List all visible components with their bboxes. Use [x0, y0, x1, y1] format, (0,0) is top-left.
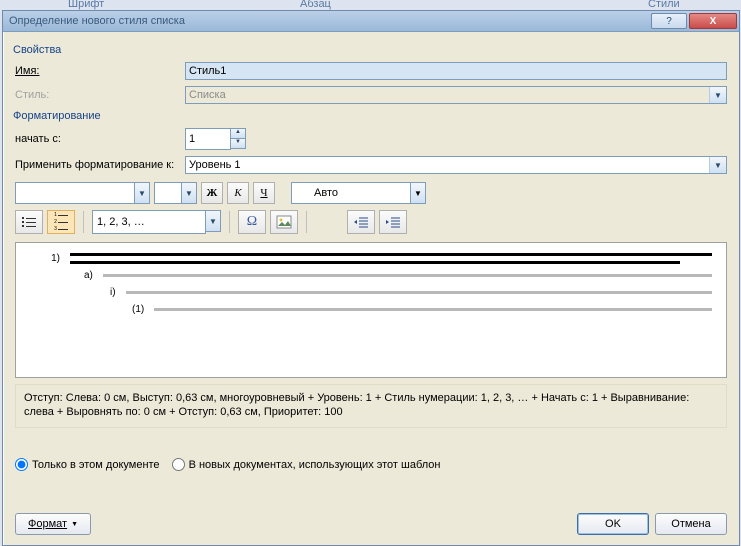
- preview-level4-num: (1): [132, 304, 144, 315]
- chevron-down-icon[interactable]: ▼: [206, 210, 221, 232]
- formatting-caption: Форматирование: [13, 110, 727, 122]
- number-format-select[interactable]: ▼: [92, 210, 221, 234]
- italic-button[interactable]: К: [227, 182, 249, 204]
- ribbon-styles-label: Стили: [648, 0, 680, 10]
- style-type-label: Стиль:: [15, 89, 185, 101]
- preview-level1-num: 1): [40, 253, 60, 264]
- help-button[interactable]: ?: [651, 13, 687, 29]
- bullets-icon: [22, 217, 36, 227]
- ok-button[interactable]: OK: [577, 513, 649, 535]
- insert-symbol-button[interactable]: Ω: [238, 210, 266, 234]
- start-at-label: начать с:: [15, 133, 185, 145]
- separator: [229, 211, 230, 233]
- spin-down-icon[interactable]: ▼: [231, 138, 246, 149]
- define-list-style-dialog: Определение нового стиля списка ? X Свой…: [2, 10, 740, 546]
- radio-new-documents[interactable]: В новых документах, использующих этот ша…: [172, 458, 441, 471]
- font-color-label: Авто: [314, 187, 338, 199]
- chevron-down-icon[interactable]: ▼: [182, 182, 197, 204]
- dialog-title: Определение нового стиля списка: [9, 15, 649, 27]
- font-family-select[interactable]: ▼: [15, 182, 150, 204]
- radio-this-label: Только в этом документе: [32, 459, 160, 471]
- name-label: Имя:: [15, 65, 185, 77]
- chevron-down-icon[interactable]: ▼: [135, 182, 150, 204]
- indent-icon: [385, 214, 401, 230]
- chevron-down-icon: ▼: [71, 521, 78, 528]
- apply-to-label: Применить форматирование к:: [15, 159, 185, 171]
- insert-picture-button[interactable]: [270, 210, 298, 234]
- font-size-select[interactable]: ▼: [154, 182, 197, 204]
- outdent-icon: [353, 214, 369, 230]
- decrease-indent-button[interactable]: [347, 210, 375, 234]
- apply-to-select[interactable]: [185, 156, 727, 174]
- format-menu-button[interactable]: Формат▼: [15, 513, 91, 535]
- separator: [306, 211, 307, 233]
- numbered-list-toggle[interactable]: 123: [47, 210, 75, 234]
- preview-pane: 1) a) i) (1): [15, 242, 727, 378]
- name-input[interactable]: [185, 62, 727, 80]
- style-type-select: [185, 86, 727, 104]
- picture-icon: [276, 214, 292, 230]
- underline-button[interactable]: Ч: [253, 182, 275, 204]
- cancel-button[interactable]: Отмена: [655, 513, 727, 535]
- preview-level3-num: i): [110, 287, 116, 298]
- ribbon-font-label: Шрифт: [68, 0, 104, 10]
- separator: [83, 211, 84, 233]
- bulleted-list-toggle[interactable]: [15, 210, 43, 234]
- close-button[interactable]: X: [689, 13, 737, 29]
- start-at-input[interactable]: [185, 128, 231, 150]
- radio-new-label: В новых документах, использующих этот ша…: [189, 459, 441, 471]
- start-at-spinner[interactable]: ▲ ▼: [185, 128, 246, 150]
- increase-indent-button[interactable]: [379, 210, 407, 234]
- spin-up-icon[interactable]: ▲: [231, 128, 246, 138]
- properties-caption: Свойства: [13, 44, 727, 56]
- radio-this-document[interactable]: Только в этом документе: [15, 458, 160, 471]
- preview-level2-num: a): [84, 270, 93, 281]
- font-color-select[interactable]: Авто ▼: [291, 182, 426, 204]
- bold-button[interactable]: Ж: [201, 182, 223, 204]
- titlebar: Определение нового стиля списка ? X: [3, 11, 739, 32]
- ribbon-paragraph-label: Абзац: [300, 0, 331, 10]
- numbers-icon: 123: [54, 213, 68, 232]
- style-description: Отступ: Слева: 0 см, Выступ: 0,63 см, мн…: [15, 384, 727, 428]
